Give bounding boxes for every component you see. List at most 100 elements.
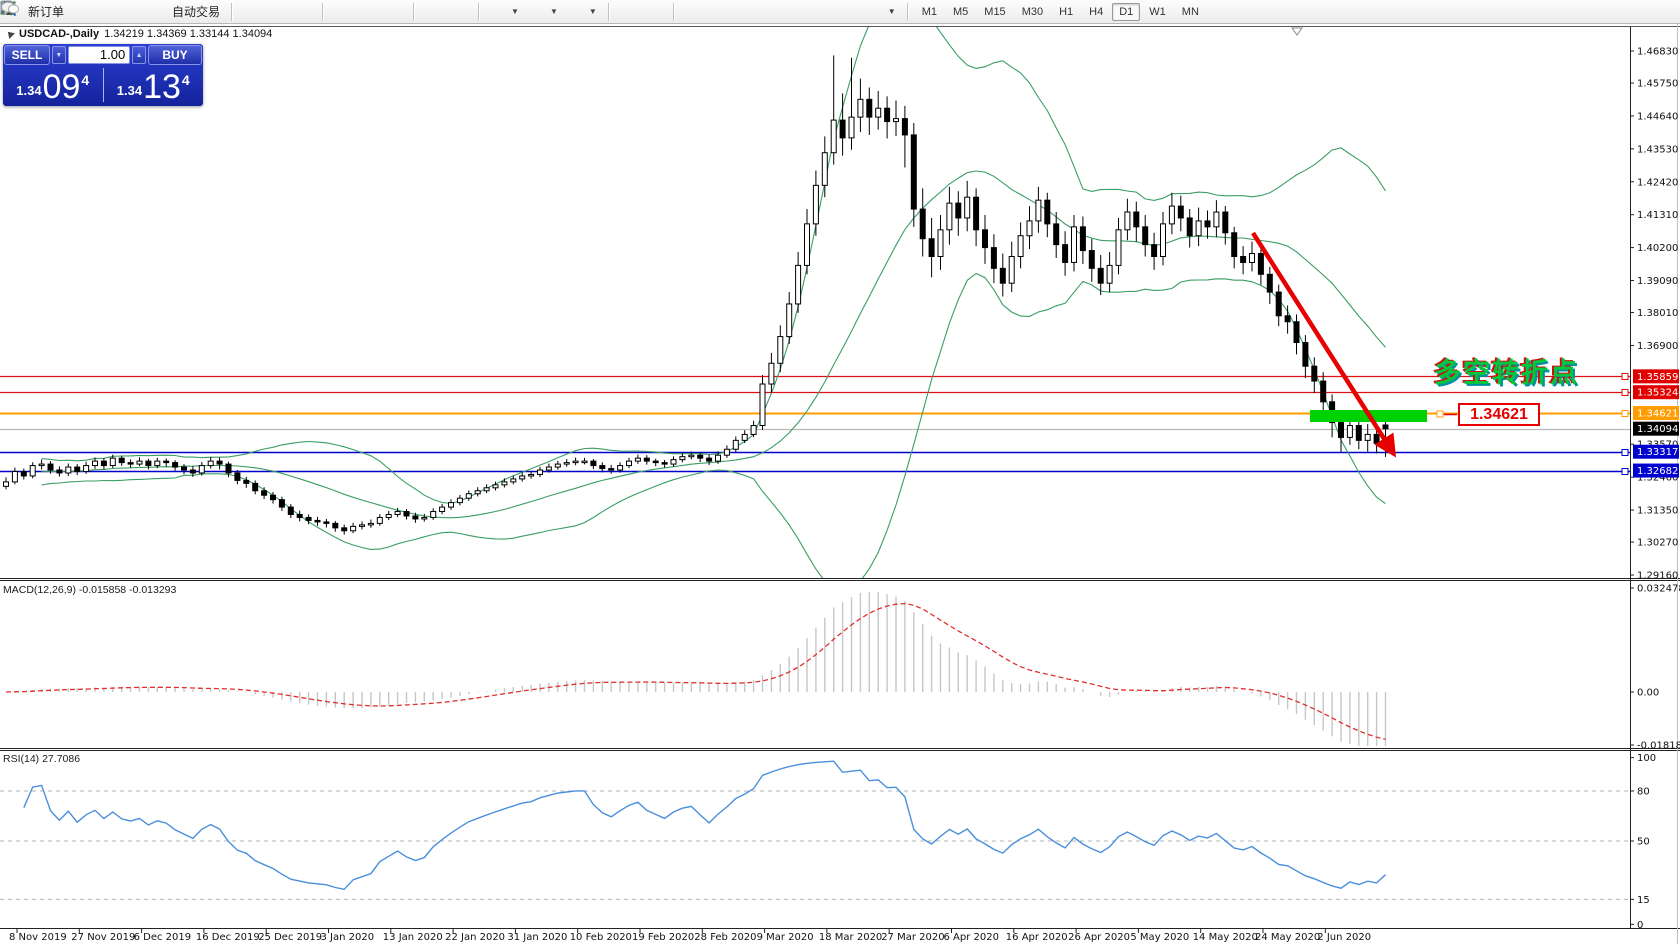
candle-body xyxy=(600,466,605,469)
candle-body xyxy=(39,464,44,466)
candle-body xyxy=(1321,381,1326,402)
timeframe-M30[interactable]: M30 xyxy=(1015,3,1050,21)
volume-input[interactable]: 1.00 xyxy=(68,46,130,64)
timeframe-D1[interactable]: D1 xyxy=(1112,3,1140,21)
date-label: 27 Nov 2019 xyxy=(71,932,135,943)
sell-price-big: 09 xyxy=(43,72,81,102)
candle-body xyxy=(1161,224,1166,257)
community-button[interactable] xyxy=(95,2,121,22)
buy-price-big: 13 xyxy=(143,72,181,102)
timeframe-M15[interactable]: M15 xyxy=(977,3,1012,21)
auto-scroll-button[interactable] xyxy=(420,2,446,22)
date-label: 16 Dec 2019 xyxy=(196,932,260,943)
timeframe-M1[interactable]: M1 xyxy=(915,3,944,21)
macd-tick-label: 0.00 xyxy=(1637,688,1659,699)
macd-histogram xyxy=(6,592,1386,746)
line-chart-button[interactable] xyxy=(290,2,316,22)
candle-body xyxy=(538,470,543,474)
candle-body xyxy=(315,520,320,522)
candle-body xyxy=(1000,268,1005,283)
auto-trading-button[interactable]: 自动交易 xyxy=(147,1,225,22)
chart-shift-button[interactable] xyxy=(446,2,472,22)
level-anchor xyxy=(1622,374,1628,380)
periods-button[interactable]: ▼ xyxy=(524,2,563,22)
candle-body xyxy=(137,461,142,464)
timeframe-H4[interactable]: H4 xyxy=(1082,3,1110,21)
line-chart-icon xyxy=(295,4,311,20)
candle-body xyxy=(101,461,106,465)
timeframe-M5[interactable]: M5 xyxy=(946,3,975,21)
trendline-tool[interactable] xyxy=(732,2,758,22)
volume-increase-button[interactable]: ▲ xyxy=(132,46,146,64)
level-anchor xyxy=(1622,450,1628,456)
collapse-arrow-icon[interactable] xyxy=(5,29,15,39)
candle-body xyxy=(618,466,623,470)
date-label: 24 May 2020 xyxy=(1255,932,1320,943)
indicators-button[interactable]: ▼ xyxy=(485,2,524,22)
candle-chart-button[interactable] xyxy=(264,2,290,22)
zoom-in-button[interactable] xyxy=(329,2,355,22)
date-label: 9 Mar 2020 xyxy=(757,932,814,943)
level-price-label: 1.32682 xyxy=(1637,466,1678,477)
market-button[interactable] xyxy=(69,2,95,22)
volume-decrease-button[interactable]: ▼ xyxy=(52,46,66,64)
templates-caret-icon: ▼ xyxy=(589,7,597,16)
candle-body xyxy=(21,471,26,475)
candle-body xyxy=(707,458,712,461)
search-icon[interactable] xyxy=(1630,4,1646,20)
arrows-tool[interactable]: ▼ xyxy=(862,2,901,22)
price-tick-label: 1.30270 xyxy=(1637,538,1678,549)
candle-body xyxy=(1214,212,1219,227)
cursor-tool[interactable] xyxy=(615,2,641,22)
zoom-out-button[interactable] xyxy=(355,2,381,22)
date-label: 28 Feb 2020 xyxy=(694,932,756,943)
chart-canvas[interactable]: 1.468301.457501.446401.435301.424201.413… xyxy=(0,0,1680,944)
templates-button[interactable]: ▼ xyxy=(563,2,602,22)
annotation-note[interactable]: 多空转折点 xyxy=(1434,351,1579,390)
candle-body xyxy=(351,526,356,530)
candle-body xyxy=(813,185,818,224)
candle-body xyxy=(698,455,703,458)
candle-body xyxy=(831,120,836,153)
sell-button[interactable]: SELL xyxy=(4,45,50,65)
buy-button[interactable]: BUY xyxy=(148,45,202,65)
candle-body xyxy=(297,514,302,517)
crosshair-tool[interactable] xyxy=(641,2,667,22)
tile-windows-button[interactable] xyxy=(381,2,407,22)
bar-chart-button[interactable] xyxy=(238,2,264,22)
chat-icon[interactable] xyxy=(1656,4,1672,20)
equidistant-channel-icon: E xyxy=(763,4,779,20)
candle-body xyxy=(520,476,525,479)
candle-body xyxy=(306,517,311,520)
candle-body xyxy=(324,522,329,524)
text-tool[interactable]: A xyxy=(810,2,836,22)
main-price-pane xyxy=(0,0,1630,590)
candle-body xyxy=(1143,227,1148,245)
candle-body xyxy=(742,434,747,440)
price-tick-label: 1.39090 xyxy=(1637,276,1678,287)
timeframe-MN[interactable]: MN xyxy=(1175,3,1206,21)
channel-tool[interactable]: E xyxy=(758,2,784,22)
candle-body xyxy=(1339,423,1344,438)
buy-price[interactable]: 1.34 13 4 xyxy=(104,66,204,104)
level-price-label: 1.34094 xyxy=(1637,424,1678,435)
arrows-caret-icon: ▼ xyxy=(888,7,896,16)
annotation-price-tag[interactable]: 1.34621 xyxy=(1458,403,1540,426)
timeframe-W1[interactable]: W1 xyxy=(1142,3,1173,21)
sell-price[interactable]: 1.34 09 4 xyxy=(3,66,103,104)
macd-label: MACD(12,26,9) -0.015858 -0.013293 xyxy=(3,584,176,596)
candle-body xyxy=(965,197,970,218)
candle-body xyxy=(627,461,632,465)
candle-body xyxy=(716,455,721,461)
timeframe-H1[interactable]: H1 xyxy=(1052,3,1080,21)
vline-tool[interactable] xyxy=(680,2,706,22)
fibonacci-tool[interactable]: F xyxy=(784,2,810,22)
candle-body xyxy=(529,474,534,476)
candle-body xyxy=(733,440,738,449)
label-tool[interactable]: T xyxy=(836,2,862,22)
hline-tool[interactable] xyxy=(706,2,732,22)
candle-body xyxy=(796,265,801,304)
auto-trading-label: 自动交易 xyxy=(172,3,220,20)
chart-header: USDCAD-,Daily 1.34219 1.34369 1.33144 1.… xyxy=(6,28,272,40)
signals-button[interactable] xyxy=(121,2,147,22)
